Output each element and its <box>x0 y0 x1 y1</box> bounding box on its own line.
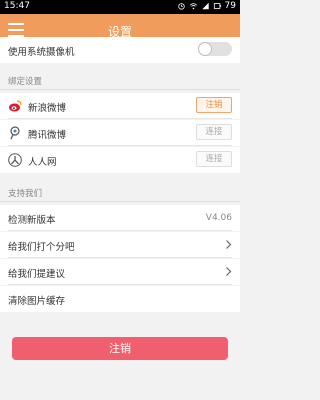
toggle-knob <box>198 42 212 56</box>
row-divider <box>8 257 232 258</box>
system-camera-label: 使用系统摄像机 <box>8 47 75 58</box>
row-divider <box>8 118 232 119</box>
feedback-row[interactable]: 给我们提建议 <box>0 259 240 285</box>
system-camera-row: 使用系统摄像机 <box>0 37 240 63</box>
logout-button[interactable]: 注销 <box>12 337 228 360</box>
bind-row-renren: 人人网 连接 <box>0 147 240 173</box>
wifi-icon <box>189 3 197 10</box>
bind-label-renren: 人人网 <box>28 157 57 168</box>
row-divider <box>8 284 232 285</box>
clear-cache-label: 清除图片缓存 <box>8 296 66 307</box>
rate-us-row[interactable]: 给我们打个分吧 <box>0 232 240 258</box>
renren-icon <box>8 153 22 167</box>
battery-level: 79 <box>224 1 236 11</box>
section-divider <box>0 201 240 202</box>
weibo-icon <box>9 100 22 112</box>
section-divider <box>0 89 240 90</box>
bind-row-weibo: 新浪微博 注销 <box>0 93 240 119</box>
chevron-right-icon <box>226 267 232 276</box>
chevron-right-icon <box>226 240 232 249</box>
section-support-heading: 支持我们 <box>8 189 43 199</box>
feedback-label: 给我们提建议 <box>8 269 66 280</box>
tencent-connect-button[interactable]: 连接 <box>196 124 232 140</box>
status-bar: 15:47 79 <box>0 0 240 14</box>
bind-row-tencent: 腾讯微博 连接 <box>0 120 240 146</box>
status-icons: 79 <box>177 1 236 11</box>
section-bind-heading: 绑定设置 <box>8 77 43 87</box>
version-value: V4.06 <box>205 213 232 223</box>
rate-us-label: 给我们打个分吧 <box>8 242 75 253</box>
bind-label-tencent: 腾讯微博 <box>28 130 67 141</box>
row-divider <box>8 145 232 146</box>
check-version-row[interactable]: 检测新版本 V4.06 <box>0 205 240 231</box>
row-divider <box>8 230 232 231</box>
signal-icon <box>201 2 209 10</box>
bind-label-weibo: 新浪微博 <box>28 103 67 114</box>
check-version-label: 检测新版本 <box>8 215 56 226</box>
battery-icon <box>213 3 221 9</box>
renren-connect-button[interactable]: 连接 <box>196 151 232 167</box>
tencent-weibo-icon <box>10 126 20 140</box>
status-time: 15:47 <box>4 1 30 11</box>
weibo-logout-button[interactable]: 注销 <box>196 97 232 113</box>
clear-cache-row[interactable]: 清除图片缓存 <box>0 286 240 312</box>
alarm-icon <box>177 3 185 10</box>
system-camera-toggle[interactable] <box>198 42 232 56</box>
